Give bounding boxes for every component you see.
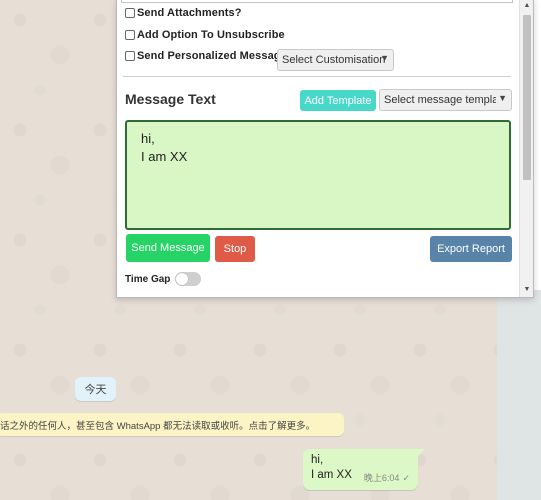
bulk-sender-panel: Send Attachments? Add Option To Unsubscr… [116,0,534,298]
date-chip: 今天 [75,377,116,401]
customisation-select[interactable]: Select Customisation ▼ [277,49,394,71]
scrollbar-thumb[interactable] [523,15,531,180]
message-time: 晚上6:04 [363,473,400,483]
single-check-icon: ✓ [402,473,410,483]
export-report-button[interactable]: Export Report [430,236,512,262]
divider [123,76,511,77]
scroll-down-arrow-icon[interactable]: ▼ [520,283,533,297]
send-personalized-option[interactable]: Send Personalized Message [125,50,287,62]
add-unsubscribe-option[interactable]: Add Option To Unsubscribe [125,29,285,41]
message-text-title: Message Text [125,91,216,107]
time-gap-row: Time Gap [125,272,202,286]
bubble-tail [417,449,425,457]
send-attachments-label: Send Attachments? [137,7,242,19]
encryption-notice[interactable]: 话之外的任何人，甚至包含 WhatsApp 都无法读取或收听。点击了解更多。 [0,413,344,436]
add-unsubscribe-label: Add Option To Unsubscribe [137,29,285,41]
scroll-up-arrow-icon[interactable]: ▲ [520,0,533,13]
send-personalized-checkbox[interactable] [125,51,135,61]
template-select-value: Select message template [384,94,496,106]
template-select[interactable]: Select message template ▼ [379,89,512,111]
send-attachments-checkbox[interactable] [125,8,135,18]
outgoing-message-bubble[interactable]: hi, I am XX 晚上6:04 ✓ [303,449,425,490]
customisation-select-value: Select Customisation [282,54,386,66]
send-attachments-option[interactable]: Send Attachments? [125,7,242,19]
message-textarea[interactable]: hi, I am XX [125,120,511,230]
chevron-down-icon: ▼ [498,93,507,103]
stop-button[interactable]: Stop [215,236,255,262]
toggle-knob [176,273,189,285]
add-template-button[interactable]: Add Template [300,90,376,111]
panel-scrollbar[interactable]: ▲ ▼ [519,0,533,297]
send-message-button[interactable]: Send Message [126,234,210,262]
time-gap-toggle[interactable] [175,272,202,286]
chevron-down-icon: ▼ [380,53,389,63]
add-unsubscribe-checkbox[interactable] [125,30,135,40]
top-field-edge[interactable] [121,0,513,3]
send-personalized-label: Send Personalized Message [137,50,287,62]
message-meta: 晚上6:04 ✓ [364,471,410,486]
time-gap-label: Time Gap [125,273,171,285]
